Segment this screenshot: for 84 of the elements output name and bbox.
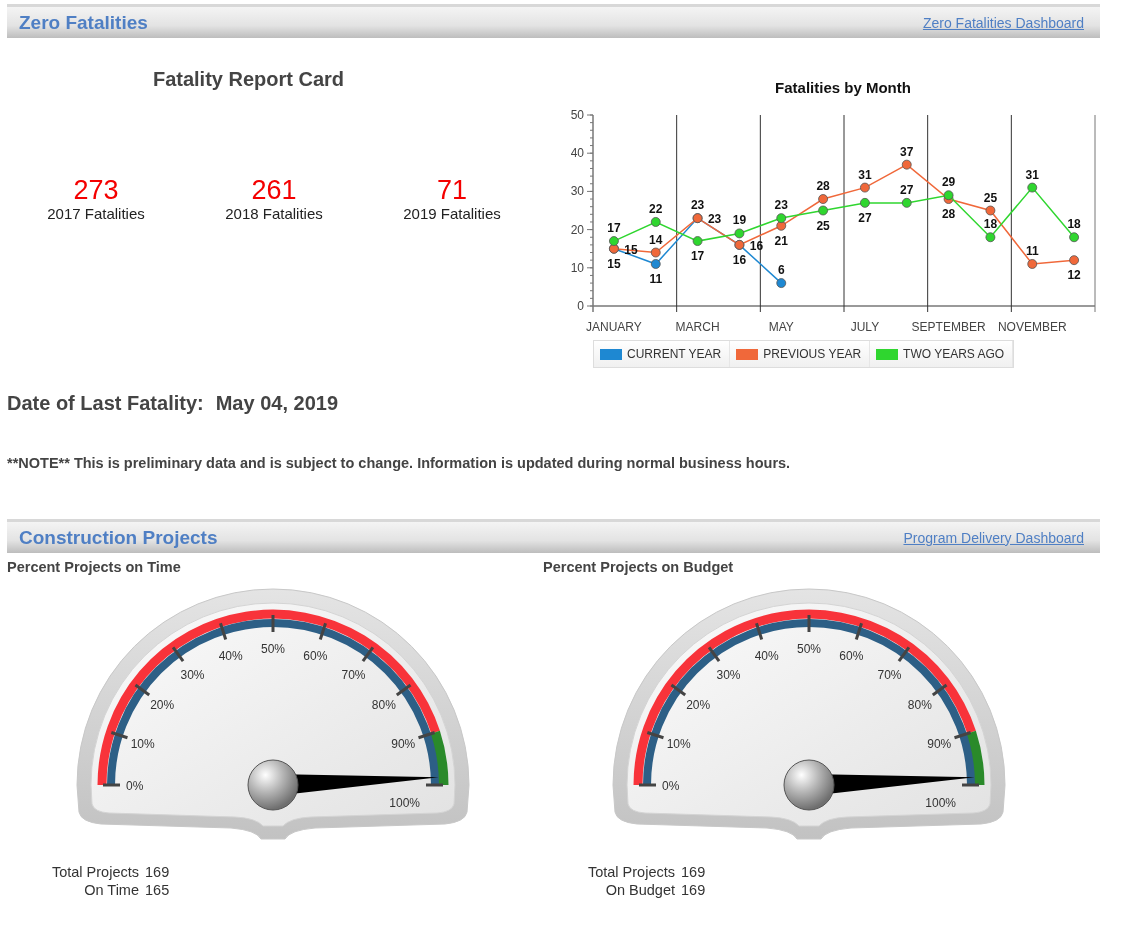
data-label: 6 — [777, 263, 785, 278]
data-label: 18 — [983, 217, 998, 232]
data-label: 37 — [900, 144, 914, 159]
data-label: 11 — [649, 272, 663, 286]
gauge-title: Percent Projects on Budget — [543, 559, 735, 575]
fatality-count: 71 — [436, 175, 467, 205]
x-tick-label: MAY — [768, 320, 794, 334]
y-tick-label: 20 — [570, 222, 584, 237]
y-tick-label: 40 — [570, 146, 584, 161]
y-tick-label: 10 — [570, 260, 584, 275]
data-label: 14 — [649, 232, 663, 247]
data-label: 28 — [941, 207, 956, 222]
data-label: 19 — [732, 213, 747, 228]
tick-label: 20% — [686, 698, 711, 713]
data-label: 21 — [774, 233, 788, 248]
total-value: 169 — [145, 864, 171, 880]
total-value: 165 — [145, 882, 171, 898]
total-value: 169 — [681, 864, 707, 880]
fatality-count: 261 — [251, 175, 297, 205]
total-label: Total Projects — [50, 864, 139, 880]
total-label: Total Projects — [586, 864, 675, 880]
last-fatality-label: Date of Last Fatality: — [7, 392, 204, 415]
tick-label: 60% — [839, 648, 864, 663]
data-label: 12 — [1067, 268, 1081, 283]
tick-label: 90% — [391, 736, 416, 751]
data-label: 31 — [858, 167, 872, 182]
data-label: 11 — [1025, 244, 1039, 258]
data-label: 23 — [707, 212, 722, 227]
tick-label: 70% — [341, 668, 366, 683]
report-card-title: Fatality Report Card — [151, 68, 346, 91]
total-label: On Time — [83, 882, 139, 898]
y-tick-label: 30 — [570, 184, 584, 199]
data-label: 27 — [858, 210, 872, 225]
y-tick-label: 0 — [577, 299, 584, 313]
data-label: 25 — [816, 218, 830, 233]
data-label: 27 — [900, 182, 914, 197]
fatality-label: 2019 Fatalities — [403, 205, 501, 222]
tick-label: 10% — [666, 736, 691, 751]
y-tick-label: 50 — [570, 108, 584, 122]
section-title: Zero Fatalities — [19, 11, 148, 34]
data-label: 16 — [732, 252, 747, 267]
section-title: Construction Projects — [19, 526, 218, 549]
data-label: 23 — [690, 198, 705, 213]
last-fatality-date: May 04, 2019 — [215, 392, 339, 415]
x-tick-label: SEPTEMBER — [911, 320, 986, 334]
total-value: 169 — [681, 882, 707, 898]
tick-label: 40% — [754, 648, 779, 663]
x-tick-label: JULY — [850, 320, 880, 334]
total-label: On Budget — [604, 882, 675, 898]
data-label: 15 — [607, 256, 621, 271]
tick-label: 80% — [371, 698, 396, 713]
gauge-title: Percent Projects on Time — [7, 559, 182, 575]
fatality-label: 2017 Fatalities — [47, 205, 145, 222]
tick-label: 50% — [797, 642, 821, 656]
tick-label: 90% — [927, 736, 952, 751]
tick-label: 30% — [180, 668, 205, 683]
tick-label: 30% — [716, 668, 741, 683]
data-label: 22 — [649, 201, 663, 216]
data-label: 31 — [1025, 167, 1039, 182]
tick-label: 0% — [126, 779, 144, 793]
tick-label: 100% — [389, 796, 420, 810]
data-label: 23 — [774, 198, 788, 213]
x-tick-label: MARCH — [675, 320, 720, 334]
note-text: **NOTE** This is preliminary data and is subject to change. Information is updated during normal business hours. — [7, 455, 792, 471]
data-label: 29 — [941, 175, 956, 190]
data-label: 17 — [690, 249, 705, 264]
data-label: 28 — [816, 179, 830, 194]
tick-label: 20% — [150, 698, 175, 713]
tick-label: 60% — [303, 648, 328, 663]
x-tick-label: NOVEMBER — [997, 320, 1067, 334]
data-label: 18 — [1067, 217, 1081, 232]
fatality-count: 273 — [73, 175, 119, 205]
tick-label: 0% — [662, 779, 680, 793]
x-tick-label: JANUARY — [586, 320, 642, 334]
tick-label: 50% — [261, 642, 285, 656]
tick-label: 40% — [218, 648, 243, 663]
tick-label: 70% — [877, 668, 902, 683]
data-label: 25 — [983, 190, 998, 205]
tick-label: 10% — [130, 736, 155, 751]
tick-label: 100% — [925, 796, 956, 810]
tick-label: 80% — [907, 698, 932, 713]
chart-title: Fatalities by Month — [775, 79, 911, 96]
data-label: 17 — [607, 221, 621, 236]
fatality-label: 2018 Fatalities — [225, 205, 323, 222]
